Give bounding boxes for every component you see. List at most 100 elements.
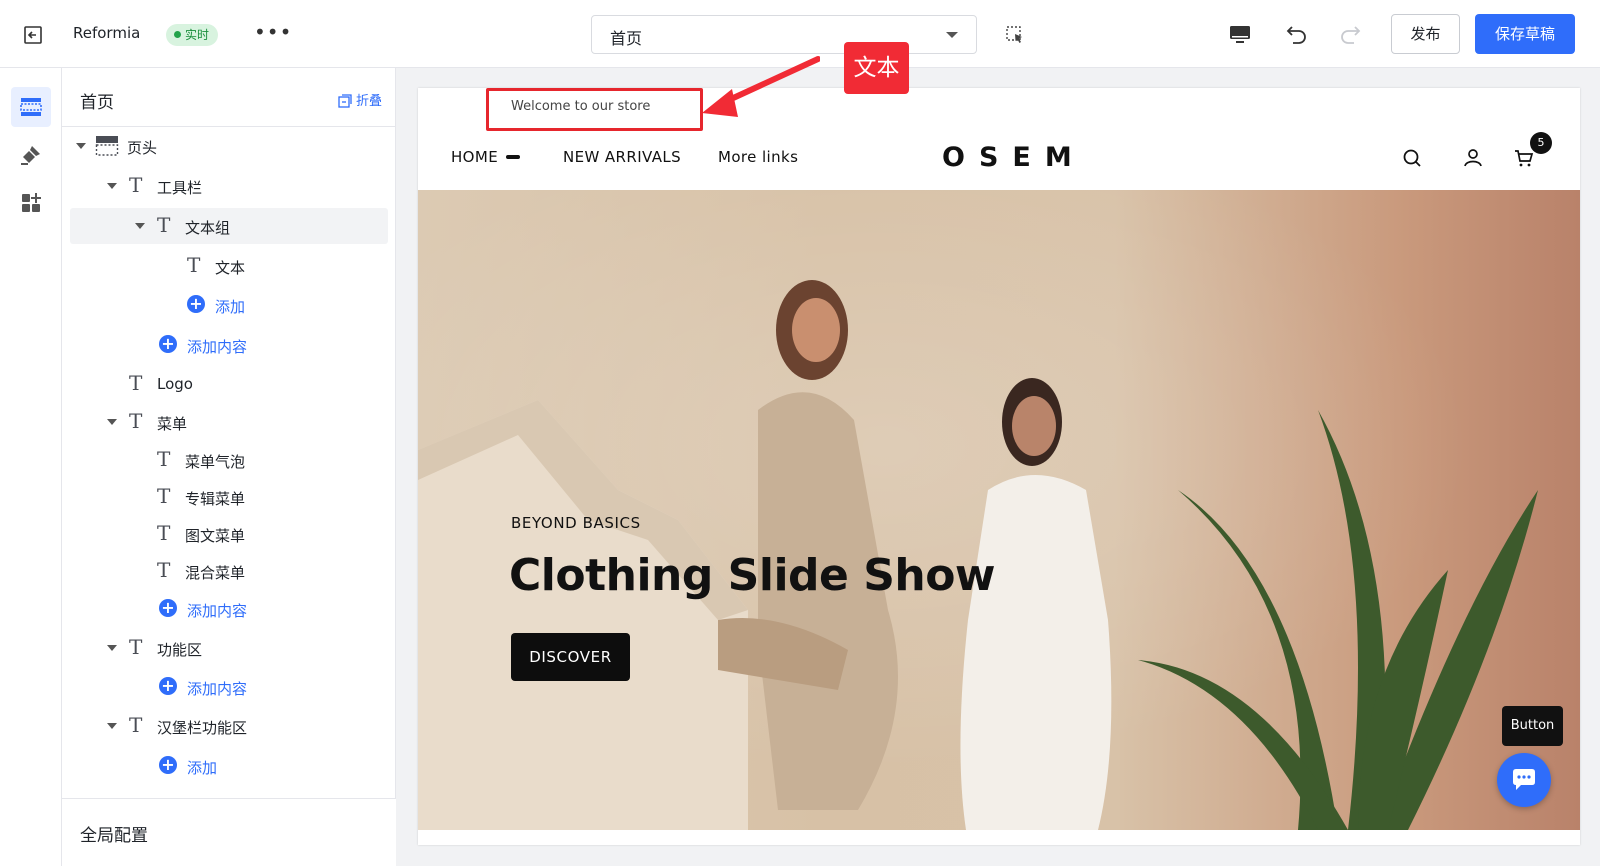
- live-status-badge: 实时: [166, 24, 219, 46]
- save-draft-button[interactable]: 保存草稿: [1475, 14, 1575, 54]
- tree-item-label: Logo: [157, 375, 193, 393]
- hero-subtitle: BEYOND BASICS: [511, 514, 641, 532]
- text-type-icon: T: [187, 253, 201, 277]
- account-icon[interactable]: [1461, 146, 1485, 170]
- discover-button[interactable]: DISCOVER: [511, 633, 630, 681]
- hero-title: Clothing Slide Show: [509, 550, 996, 601]
- element-picker-icon[interactable]: [1005, 25, 1025, 45]
- global-config-label: 全局配置: [80, 826, 148, 846]
- tree-item-logo[interactable]: T Logo: [70, 366, 388, 402]
- caret-down-icon[interactable]: [135, 223, 145, 229]
- nav-link-more[interactable]: More links: [718, 148, 798, 166]
- page-select-value: 首页: [610, 29, 643, 48]
- collapse-button[interactable]: 折叠: [338, 90, 382, 109]
- hero-photo: [418, 280, 1538, 830]
- apps-icon: [22, 193, 41, 212]
- tree-item-label: 菜单气泡: [185, 453, 246, 471]
- more-menu-button[interactable]: •••: [254, 20, 292, 44]
- text-type-icon: T: [157, 558, 171, 582]
- layout-icon: [20, 98, 42, 116]
- tree-item-hamburger-area[interactable]: T 汉堡栏功能区: [70, 708, 388, 744]
- global-config-section[interactable]: 全局配置: [62, 798, 396, 866]
- tree-item-text-group[interactable]: T 文本组: [70, 208, 388, 244]
- tree-item-album-menu[interactable]: T 专辑菜单: [70, 479, 388, 515]
- store-header: HOME NEW ARRIVALS More links OSEM 5: [418, 128, 1580, 190]
- publish-button[interactable]: 发布: [1391, 14, 1460, 54]
- tree-item-menu[interactable]: T 菜单: [70, 404, 388, 440]
- add-label: 添加内容: [187, 602, 248, 620]
- tree-add-item[interactable]: + 添加: [70, 287, 388, 323]
- text-type-icon: T: [129, 371, 143, 395]
- rail-style-button[interactable]: [11, 135, 51, 175]
- nav-link-new-arrivals[interactable]: NEW ARRIVALS: [563, 148, 681, 166]
- caret-down-icon[interactable]: [107, 419, 117, 425]
- tree-item-menu-bubble[interactable]: T 菜单气泡: [70, 442, 388, 478]
- caret-down-icon[interactable]: [76, 143, 86, 149]
- add-label: 添加: [215, 298, 246, 316]
- brush-icon: [21, 146, 40, 165]
- hero-slide: BEYOND BASICS Clothing Slide Show DISCOV…: [418, 190, 1580, 830]
- tree-item-label: 菜单: [157, 415, 188, 433]
- collapse-label: 折叠: [355, 94, 382, 109]
- chat-button[interactable]: [1497, 753, 1551, 807]
- text-type-icon: T: [157, 213, 171, 237]
- panel-title: 首页: [80, 93, 114, 113]
- header-section-icon: [95, 136, 119, 156]
- desktop-view-icon[interactable]: [1228, 24, 1252, 46]
- store-logo[interactable]: OSEM: [942, 142, 1086, 173]
- tree-add-content[interactable]: + 添加内容: [70, 327, 388, 363]
- page-select[interactable]: 首页: [591, 15, 977, 54]
- search-icon[interactable]: [1400, 146, 1424, 170]
- add-label: 添加内容: [187, 338, 248, 356]
- tree-item-header[interactable]: 页头: [70, 128, 388, 164]
- add-label: 添加内容: [187, 680, 248, 698]
- text-type-icon: T: [157, 447, 171, 471]
- text-type-icon: T: [129, 713, 143, 737]
- chat-bubble-icon: [1513, 769, 1535, 790]
- caret-down-icon[interactable]: [107, 723, 117, 729]
- tree-item-label: 汉堡栏功能区: [157, 719, 248, 737]
- text-type-icon: T: [129, 409, 143, 433]
- nav-link-home[interactable]: HOME: [451, 148, 498, 166]
- caret-down-icon[interactable]: [107, 183, 117, 189]
- collapse-icon: [338, 94, 352, 108]
- tree-item-label: 文本组: [185, 219, 231, 237]
- rail-apps-button[interactable]: [11, 182, 51, 222]
- tree-add-content[interactable]: + 添加内容: [70, 669, 388, 705]
- add-icon: +: [159, 335, 177, 353]
- tree-item-label: 工具栏: [157, 179, 203, 197]
- app-name: Reformia: [73, 24, 141, 42]
- panel-header: 首页 折叠: [62, 68, 396, 127]
- button-tooltip: Button: [1502, 706, 1563, 746]
- add-icon: +: [159, 756, 177, 774]
- tree-item-text[interactable]: T 文本: [70, 248, 388, 284]
- tree-item-image-text-menu[interactable]: T 图文菜单: [70, 516, 388, 552]
- store-preview: Welcome to our store HOME NEW ARRIVALS M…: [418, 88, 1580, 845]
- tree-item-function-area[interactable]: T 功能区: [70, 630, 388, 666]
- add-icon: +: [159, 599, 177, 617]
- add-icon: +: [159, 677, 177, 695]
- status-dot-icon: [174, 31, 181, 38]
- tree-item-mixed-menu[interactable]: T 混合菜单: [70, 553, 388, 589]
- text-type-icon: T: [129, 173, 143, 197]
- caret-down-icon[interactable]: [107, 645, 117, 651]
- tree-item-label: 混合菜单: [185, 564, 246, 582]
- tree-item-label: 文本: [215, 259, 246, 277]
- tree-add-item[interactable]: + 添加: [70, 748, 388, 784]
- add-icon: +: [187, 295, 205, 313]
- tree-item-label: 专辑菜单: [185, 490, 246, 508]
- text-type-icon: T: [157, 521, 171, 545]
- annotation-arrow: [702, 56, 820, 117]
- exit-icon[interactable]: [22, 24, 44, 46]
- chevron-down-icon: [946, 32, 958, 38]
- layer-tree: 页头 T 工具栏 T 文本组 T 文本 + 添加 + 添加内容 T Logo T…: [62, 128, 396, 800]
- tree-item-label: 功能区: [157, 641, 203, 659]
- redo-icon[interactable]: [1338, 22, 1362, 46]
- tree-item-toolbar[interactable]: T 工具栏: [70, 168, 388, 204]
- rail-layout-button[interactable]: [11, 87, 51, 127]
- annotation-callout: 文本: [844, 42, 909, 94]
- cart-count-badge: 5: [1530, 132, 1552, 154]
- selection-highlight: [486, 88, 703, 131]
- tree-add-content[interactable]: + 添加内容: [70, 591, 388, 627]
- undo-icon[interactable]: [1285, 22, 1309, 46]
